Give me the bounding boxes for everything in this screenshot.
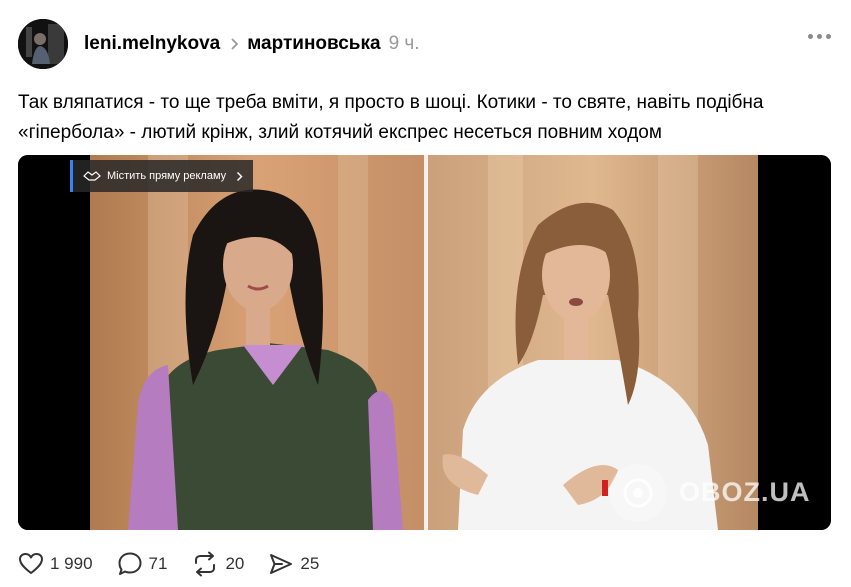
send-icon [268, 552, 294, 576]
share-count: 25 [300, 554, 320, 573]
post-text: Так вляпатися - то ще треба вміти, я про… [18, 92, 764, 143]
comment-button[interactable]: 71 [117, 551, 168, 577]
paid-promotion-label: Містить пряму рекламу [107, 170, 227, 182]
share-button[interactable]: 25 [268, 552, 319, 576]
avatar[interactable] [18, 19, 68, 69]
post-image[interactable]: Містить пряму рекламу OBOZ.UA [18, 155, 831, 530]
topic-link[interactable]: мартиновська [247, 33, 380, 55]
comment-bubble-icon [117, 551, 143, 577]
repost-arrows-icon [191, 551, 219, 577]
watermark: OBOZ.UA [601, 455, 831, 530]
avatar-image [18, 19, 68, 69]
chevron-right-icon [230, 37, 239, 51]
post-meta: leni.melnykova мартиновська 9 ч. [84, 33, 420, 55]
username-link[interactable]: leni.melnykova [84, 33, 220, 55]
like-count: 1 990 [50, 554, 93, 573]
heart-icon [18, 552, 44, 576]
comment-count: 71 [148, 554, 168, 573]
repost-button[interactable]: 20 [191, 551, 244, 577]
post-actions: 1 990 71 20 25 [18, 549, 343, 579]
watermark-logo-icon [609, 463, 667, 522]
post-header: leni.melnykova мартиновська 9 ч. [18, 18, 833, 70]
paid-promotion-badge[interactable]: Містить пряму рекламу [70, 160, 254, 192]
post-timestamp: 9 ч. [388, 33, 420, 54]
repost-count: 20 [225, 554, 245, 573]
more-dots-icon[interactable] [808, 34, 831, 39]
watermark-text: OBOZ.UA [679, 477, 811, 507]
chevron-right-icon [236, 171, 243, 182]
like-button[interactable]: 1 990 [18, 552, 93, 576]
handshake-icon [83, 170, 101, 182]
